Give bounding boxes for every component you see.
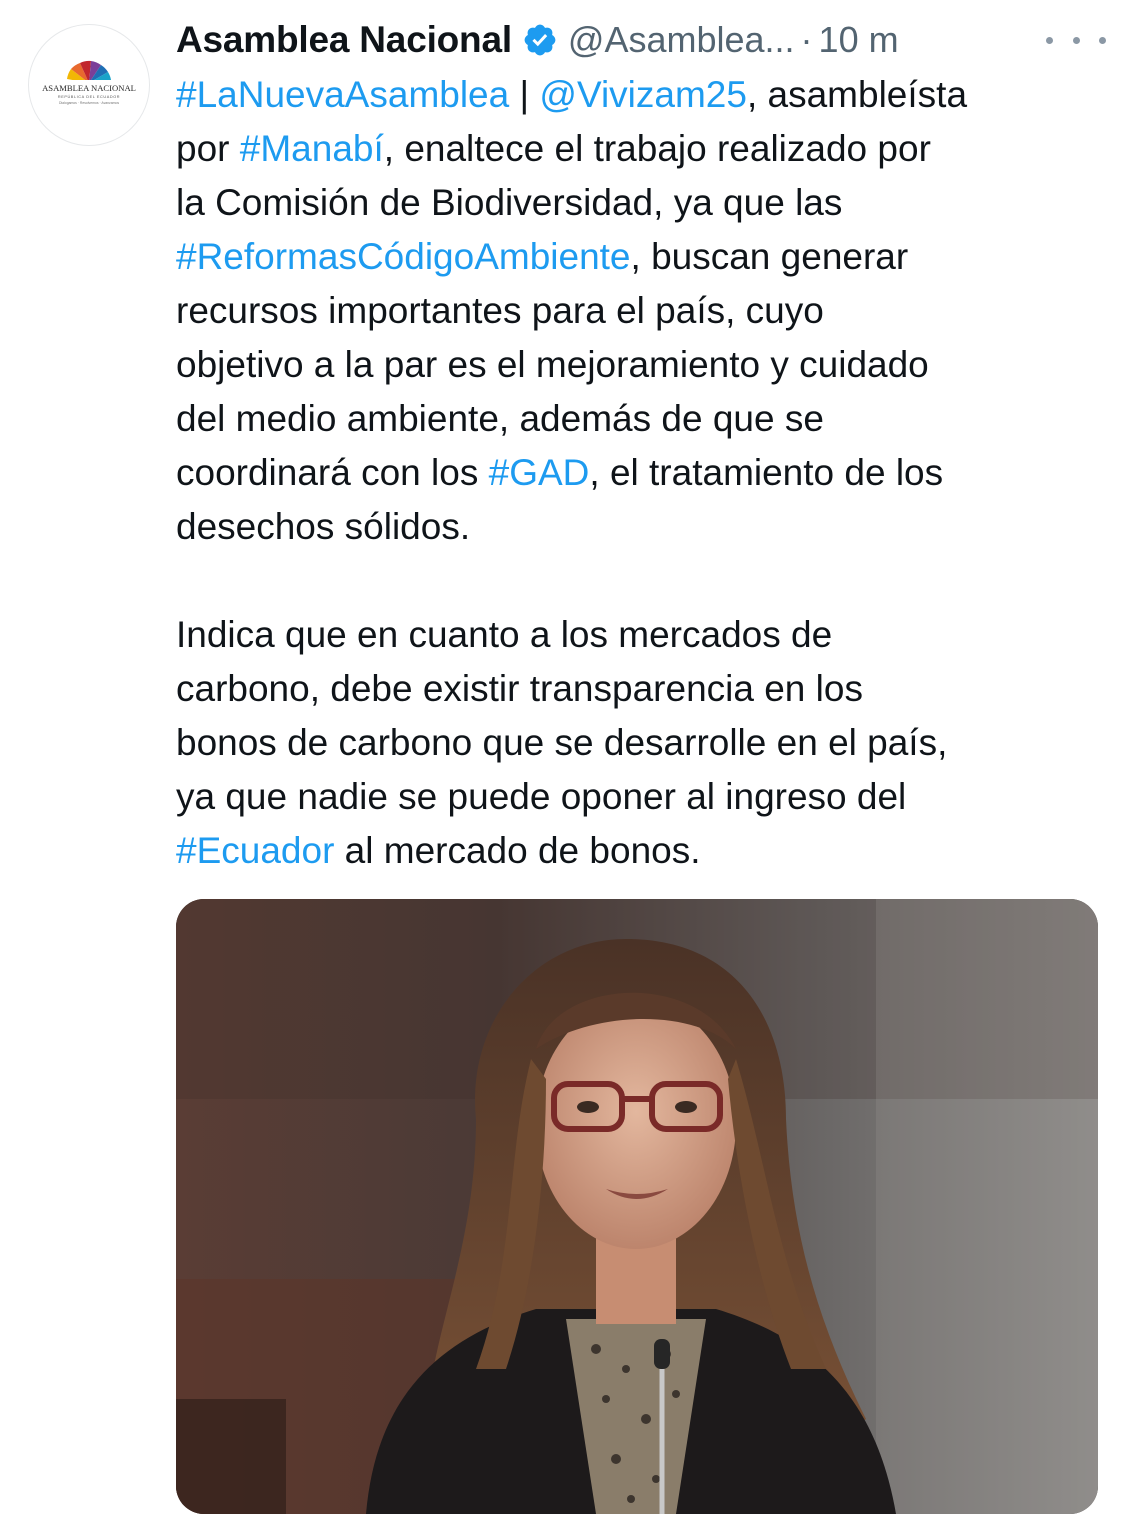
text-line: recursos importantes para el país, cuyo [176, 290, 824, 331]
tweet-photo[interactable] [176, 899, 1098, 1514]
text-fragment: , el tratamiento de los [589, 452, 944, 493]
more-options-icon[interactable] [1046, 22, 1106, 58]
text-line: por #Manabí, enaltece el trabajo realiza… [176, 122, 1106, 176]
hashtag-link[interactable]: #Ecuador [176, 830, 334, 871]
logo-tagline: Dialogamos · Resolvemos · Avanzamos [59, 101, 119, 105]
author-display-name[interactable]: Asamblea Nacional [176, 19, 512, 61]
text-line: carbono, debe existir transparencia en l… [176, 668, 863, 709]
hashtag-link[interactable]: #LaNuevaAsamblea [176, 74, 509, 115]
text-fragment: , asambleísta [746, 74, 968, 115]
verified-badge-icon [522, 22, 558, 58]
text-fragment: coordinará con los [176, 452, 489, 493]
text-line: Indica que en cuanto a los mercados de [176, 614, 833, 655]
logo-subtitle: REPÚBLICA DEL ECUADOR [58, 94, 120, 99]
mention-link[interactable]: @Vivizam25 [539, 74, 747, 115]
asamblea-nacional-logo-icon: ASAMBLEA NACIONAL REPÚBLICA DEL ECUADOR … [42, 60, 136, 105]
header-separator: · [800, 19, 813, 60]
text-line: #LaNuevaAsamblea | @Vivizam25, asambleís… [176, 68, 1106, 122]
author-handle[interactable]: @Asamblea... [568, 19, 795, 61]
hashtag-link[interactable]: #GAD [489, 452, 590, 493]
text-line: objetivo a la par es el mejoramiento y c… [176, 344, 929, 385]
text-line: desechos sólidos. [176, 506, 471, 547]
text-line: #ReformasCódigoAmbiente, buscan generar [176, 230, 1106, 284]
text-fragment: | [509, 74, 540, 115]
text-line: bonos de carbono que se desarrolle en el… [176, 722, 948, 763]
tweet-timestamp[interactable]: 10 m [819, 19, 899, 61]
logo-title: ASAMBLEA NACIONAL [42, 83, 136, 93]
tweet-body: #LaNuevaAsamblea | @Vivizam25, asambleís… [176, 68, 1106, 878]
hashtag-link[interactable]: #Manabí [240, 128, 384, 169]
text-line: #Ecuador al mercado de bonos. [176, 824, 1106, 878]
text-line: la Comisión de Biodiversidad, ya que las [176, 182, 843, 223]
hashtag-link[interactable]: #ReformasCódigoAmbiente [176, 236, 631, 277]
tweet-header: Asamblea Nacional @Asamblea... · 10 m [176, 14, 1106, 66]
text-line: ya que nadie se puede oponer al ingreso … [176, 776, 907, 817]
avatar[interactable]: ASAMBLEA NACIONAL REPÚBLICA DEL ECUADOR … [28, 24, 150, 146]
text-fragment: por [176, 128, 240, 169]
text-line: coordinará con los #GAD, el tratamiento … [176, 446, 1106, 500]
text-fragment: , buscan generar [630, 236, 909, 277]
photo-woman-speaking-at-microphone [176, 899, 1098, 1514]
text-fragment: , enaltece el trabajo realizado por [383, 128, 931, 169]
text-line: del medio ambiente, además de que se [176, 398, 824, 439]
text-fragment: al mercado de bonos. [334, 830, 701, 871]
